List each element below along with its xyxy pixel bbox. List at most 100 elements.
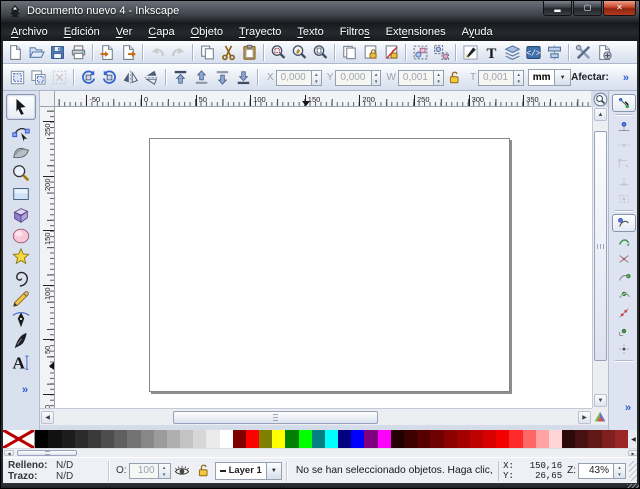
color-swatch-d7d7d7[interactable] (193, 430, 206, 448)
color-swatch-800000[interactable] (233, 430, 246, 448)
cut-icon[interactable] (218, 42, 239, 62)
rectangle-tool-icon[interactable] (7, 183, 35, 204)
menu-item-capa[interactable]: Capa (140, 24, 182, 40)
raise-to-top-icon[interactable] (170, 68, 191, 88)
palette-scroll-thumb[interactable] (17, 450, 77, 456)
select-all-layers-icon[interactable] (28, 68, 49, 88)
h-field-spinner[interactable]: ▲▼ (514, 70, 524, 86)
scroll-up-arrow[interactable]: ▲ (594, 108, 607, 121)
unit-value[interactable]: mm (528, 69, 555, 86)
box3d-tool-icon[interactable] (7, 204, 35, 225)
menu-item-edición[interactable]: Edición (56, 24, 108, 40)
text-tool-icon[interactable]: A (7, 351, 35, 372)
document-properties-icon[interactable] (594, 42, 615, 62)
lower-icon[interactable] (212, 68, 233, 88)
paste-icon[interactable] (239, 42, 260, 62)
color-swatch-ffa3a3[interactable] (536, 430, 549, 448)
layers-icon[interactable] (502, 42, 523, 62)
import-icon[interactable] (97, 42, 118, 62)
text-dialog-icon[interactable]: T (481, 42, 502, 62)
snap-object-center-icon[interactable] (612, 322, 636, 340)
menu-item-trayecto[interactable]: Trayecto (231, 24, 289, 40)
save-icon[interactable] (47, 42, 68, 62)
flip-vertical-icon[interactable] (141, 68, 162, 88)
menu-item-texto[interactable]: Texto (289, 24, 331, 40)
color-swatch-2b2b2b[interactable] (75, 430, 88, 448)
ungroup-icon[interactable] (431, 42, 452, 62)
calligraphy-tool-icon[interactable] (7, 330, 35, 351)
new-document-icon[interactable] (5, 42, 26, 62)
color-swatch-ffd5d5[interactable] (549, 430, 562, 448)
ellipse-tool-icon[interactable] (7, 225, 35, 246)
color-swatch-ff00ff[interactable] (378, 430, 391, 448)
w-field-spinner[interactable]: ▲▼ (434, 70, 444, 86)
color-swatch-000000[interactable] (35, 430, 48, 448)
zoom-selection-icon[interactable] (268, 42, 289, 62)
color-swatch-c3c3c3[interactable] (180, 430, 193, 448)
snap-path-intersection-icon[interactable] (612, 250, 636, 268)
rotate-cw-icon[interactable] (99, 68, 120, 88)
color-swatch-ebebeb[interactable] (206, 430, 219, 448)
close-button[interactable]: ✕ (603, 1, 636, 16)
y-field[interactable]: 0,000 (335, 70, 371, 86)
maximize-button[interactable]: ▢ (573, 1, 602, 16)
color-swatch-3d0000[interactable] (404, 430, 417, 448)
color-swatch-ffff00[interactable] (272, 430, 285, 448)
color-swatch-7f1f1f[interactable] (602, 430, 615, 448)
star-tool-icon[interactable] (7, 246, 35, 267)
color-swatch-3a3a3a[interactable] (88, 430, 101, 448)
selector-tool-icon[interactable] (6, 94, 36, 120)
snap-master-icon[interactable] (612, 94, 636, 112)
menu-item-ver[interactable]: Ver (108, 24, 141, 40)
color-swatch-0000ff[interactable] (351, 430, 364, 448)
palette-scroll-left-arrow[interactable]: ◀ (4, 450, 14, 456)
color-swatch-8b0000[interactable] (444, 430, 457, 448)
layer-visibility-eye-icon[interactable] (172, 462, 192, 480)
snap-rotation-center-icon[interactable] (612, 340, 636, 358)
snap-node-smooth-icon[interactable] (612, 286, 636, 304)
menu-item-ayuda[interactable]: Ayuda (454, 24, 501, 40)
palette-scrollbar[interactable]: ◀ ▶ (3, 448, 639, 457)
color-swatch-008080[interactable] (312, 430, 325, 448)
unlink-clone-icon[interactable] (381, 42, 402, 62)
color-swatch-631818[interactable] (588, 430, 601, 448)
unit-dropdown-arrow[interactable]: ▼ (555, 69, 571, 86)
snap-nodes-icon[interactable] (612, 214, 636, 232)
color-swatch-2b0a0a[interactable] (562, 430, 575, 448)
menu-item-archivo[interactable]: Archivo (3, 24, 56, 40)
color-swatch-008000[interactable] (285, 430, 298, 448)
export-icon[interactable] (118, 42, 139, 62)
layer-lock-icon[interactable] (194, 462, 214, 480)
snap-overflow-chevron[interactable]: » (625, 402, 631, 414)
pen-tool-icon[interactable] (7, 309, 35, 330)
snap-node-cusp-icon[interactable] (612, 268, 636, 286)
h-field[interactable]: 0,001 (478, 70, 514, 86)
color-swatch-808000[interactable] (259, 430, 272, 448)
duplicate-icon[interactable] (339, 42, 360, 62)
print-icon[interactable] (68, 42, 89, 62)
color-swatch-000080[interactable] (338, 430, 351, 448)
document-page[interactable] (149, 138, 510, 392)
resize-grip-icon[interactable] (627, 484, 639, 489)
color-swatch-570000[interactable] (417, 430, 430, 448)
color-swatch-710000[interactable] (430, 430, 443, 448)
copy-icon[interactable] (197, 42, 218, 62)
color-swatch-800080[interactable] (364, 430, 377, 448)
color-swatch-bf0000[interactable] (470, 430, 483, 448)
cms-toggle-icon[interactable] (592, 408, 608, 425)
x-field[interactable]: 0,000 (276, 70, 312, 86)
snap-bbox-icon[interactable] (612, 118, 636, 136)
color-swatch-9b9b9b[interactable] (154, 430, 167, 448)
w-field[interactable]: 0,001 (398, 70, 434, 86)
color-swatch-00ff00[interactable] (299, 430, 312, 448)
rotate-ccw-icon[interactable] (78, 68, 99, 88)
flip-horizontal-icon[interactable] (120, 68, 141, 88)
raise-icon[interactable] (191, 68, 212, 88)
color-swatch-9b2626[interactable] (615, 430, 628, 448)
fill-stroke-icon[interactable] (460, 42, 481, 62)
color-swatch-ff0000[interactable] (246, 430, 259, 448)
color-swatch-737373[interactable] (127, 430, 140, 448)
scroll-right-arrow[interactable]: ▶ (578, 411, 591, 424)
color-swatch-ff2a2a[interactable] (509, 430, 522, 448)
color-swatch-none[interactable] (3, 430, 35, 448)
